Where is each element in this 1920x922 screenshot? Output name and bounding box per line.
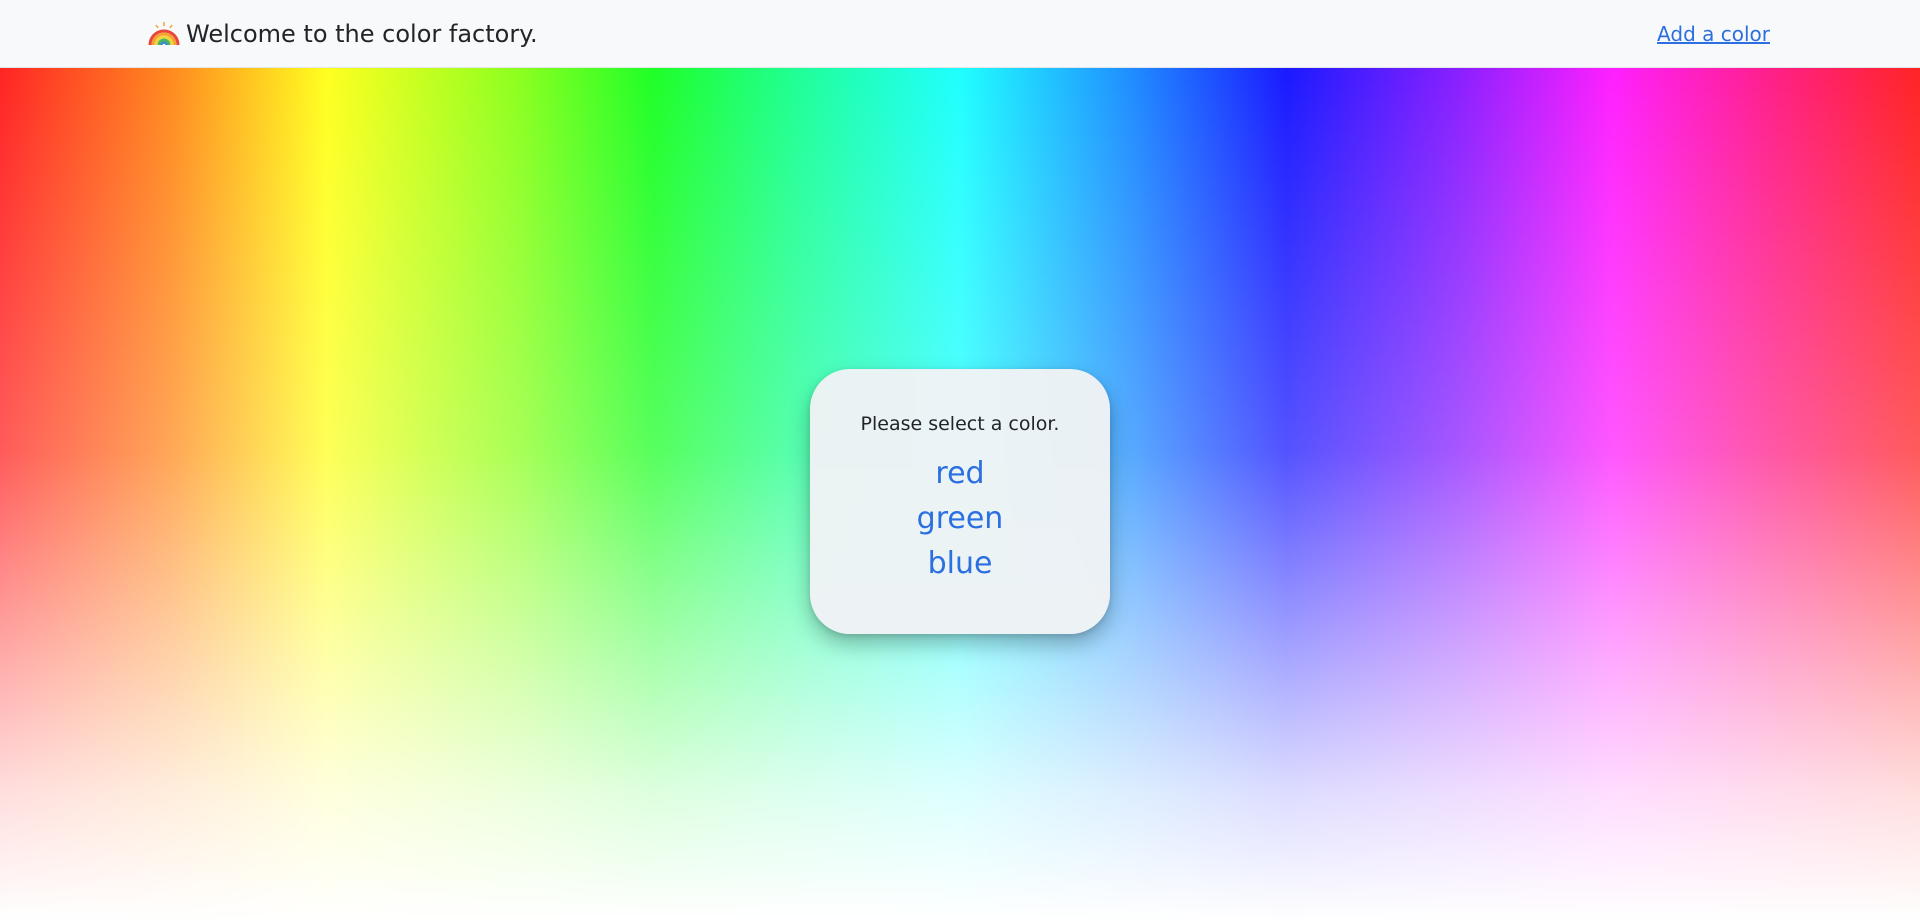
rainbow-icon: [148, 21, 180, 47]
add-color-link[interactable]: Add a color: [1657, 0, 1770, 68]
brand[interactable]: Welcome to the color factory.: [148, 0, 538, 68]
select-color-prompt: Please select a color.: [860, 413, 1060, 435]
brand-title: Welcome to the color factory.: [186, 20, 538, 48]
top-navbar: Welcome to the color factory. Add a colo…: [0, 0, 1920, 68]
list-item: red: [810, 451, 1110, 496]
list-item: blue: [810, 541, 1110, 586]
color-list: red green blue: [810, 451, 1110, 586]
list-item: green: [810, 496, 1110, 541]
color-link-red[interactable]: red: [935, 456, 984, 491]
color-link-blue[interactable]: blue: [928, 546, 993, 581]
color-selection-card: Please select a color. red green blue: [810, 369, 1110, 634]
color-link-green[interactable]: green: [917, 501, 1004, 536]
